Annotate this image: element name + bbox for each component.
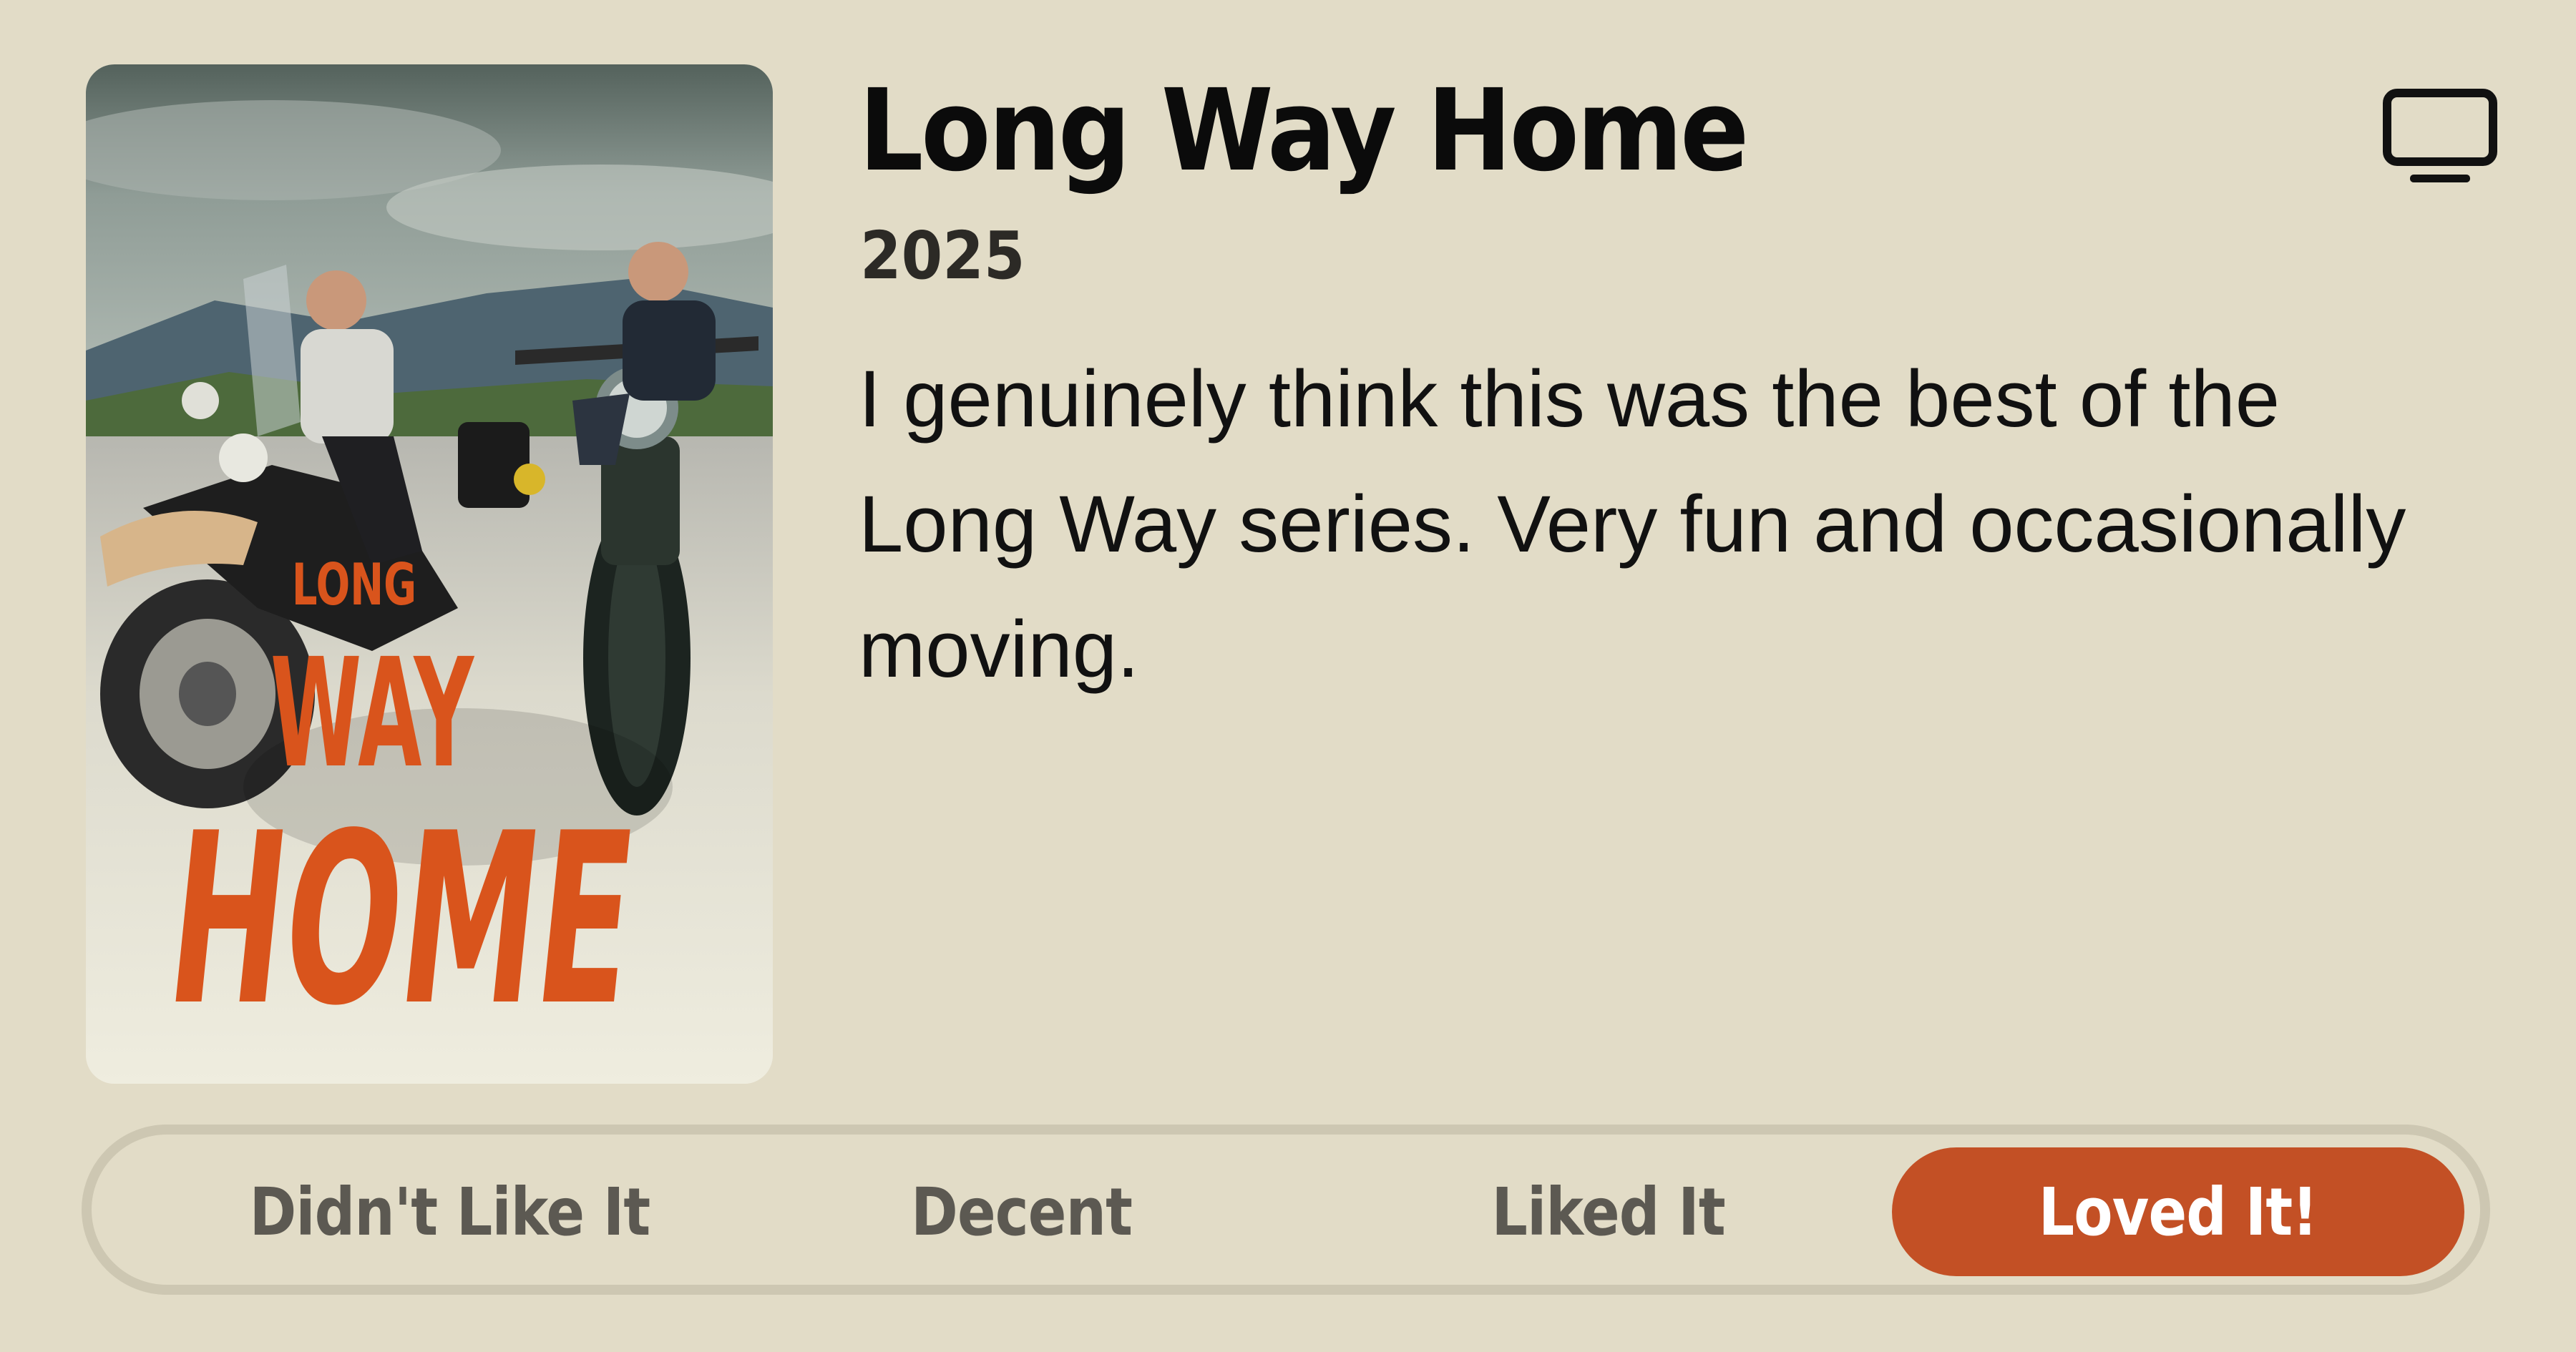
rating-option-liked-it[interactable]: Liked It (1322, 1147, 1895, 1276)
rating-option-label: Decent (911, 1173, 1133, 1250)
poster-artwork: LONG WAY HOME (86, 64, 773, 1084)
rating-option-loved-it-selected[interactable]: Loved It! (1892, 1147, 2464, 1276)
poster-title-line-1: LONG (292, 552, 416, 619)
rating-option-label: Liked It (1491, 1173, 1726, 1250)
rating-selector: Didn't Like It Decent Liked It Loved It! (82, 1125, 2490, 1295)
poster-image[interactable]: LONG WAY HOME (86, 64, 773, 1084)
rating-option-decent[interactable]: Decent (736, 1147, 1308, 1276)
rating-option-label: Loved It! (2039, 1173, 2318, 1250)
poster-title-line-3: HOME (157, 783, 646, 1057)
review-card: LONG WAY HOME Long Way Home 2025 I genui… (0, 0, 2576, 1352)
release-year: 2025 (860, 217, 1025, 294)
show-title: Long Way Home (859, 65, 1750, 197)
rating-option-didnt-like-it[interactable]: Didn't Like It (163, 1147, 736, 1276)
review-text: I genuinely think this was the best of t… (859, 354, 2406, 694)
poster-title-line-2: WAY (270, 626, 475, 800)
tv-icon (2383, 87, 2497, 187)
rating-option-label: Didn't Like It (249, 1173, 650, 1250)
